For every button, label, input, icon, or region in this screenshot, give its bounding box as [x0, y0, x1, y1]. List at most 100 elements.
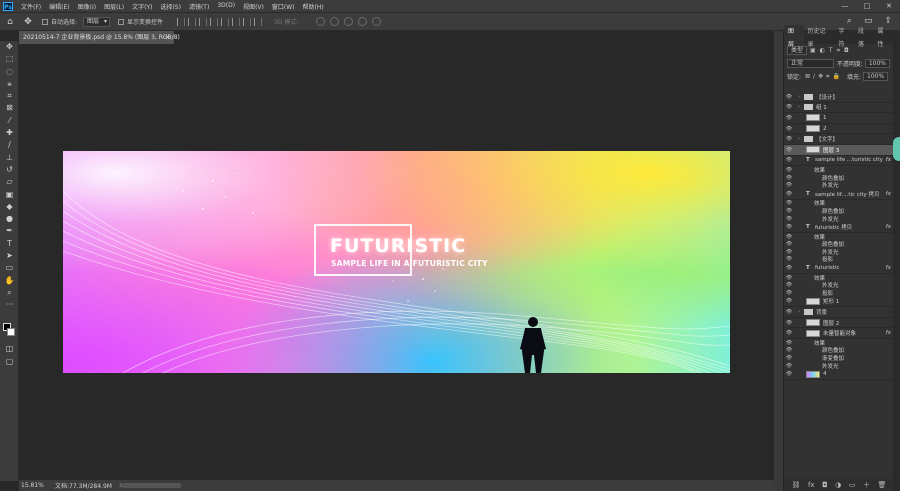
- pen-tool-icon[interactable]: ✒: [0, 225, 19, 237]
- fx-badge[interactable]: fx: [886, 330, 891, 336]
- side-handle-button[interactable]: [893, 137, 900, 161]
- visibility-eye-icon[interactable]: 👁: [784, 347, 794, 353]
- menu-item-4[interactable]: 文字(Y): [128, 2, 156, 11]
- tab-properties[interactable]: 属性: [873, 25, 893, 51]
- visibility-eye-icon[interactable]: 👁: [784, 241, 794, 247]
- blend-mode-dropdown[interactable]: 正常: [787, 59, 834, 68]
- eraser-tool-icon[interactable]: ▱: [0, 176, 19, 188]
- show-transform-checkbox[interactable]: [118, 18, 125, 25]
- fx-badge[interactable]: fx: [886, 157, 891, 163]
- clone-stamp-tool-icon[interactable]: ⊥: [0, 152, 19, 164]
- orbit-3d-icon[interactable]: [316, 17, 326, 26]
- layer-row[interactable]: 👁 未量智能对象 fx: [784, 328, 894, 340]
- lock-icons[interactable]: ⊠∕✥⌗🔒: [805, 73, 843, 81]
- visibility-eye-icon[interactable]: 👁: [784, 320, 794, 326]
- visibility-eye-icon[interactable]: 👁: [784, 330, 794, 336]
- blur-tool-icon[interactable]: ◆: [0, 201, 19, 213]
- layer-row[interactable]: 👁 颜色叠加: [784, 174, 894, 182]
- type-tool-icon[interactable]: T: [0, 238, 19, 250]
- minimize-icon[interactable]: —: [834, 0, 856, 12]
- horizontal-scrollbar[interactable]: [121, 483, 181, 488]
- zoom-tool-icon[interactable]: ⌕: [0, 287, 19, 299]
- close-icon[interactable]: ✕: [878, 0, 900, 12]
- distribute-icon[interactable]: [243, 17, 252, 26]
- fx-badge[interactable]: fx: [886, 224, 891, 230]
- visibility-eye-icon[interactable]: 👁: [784, 224, 794, 230]
- visibility-eye-icon[interactable]: 👁: [784, 309, 794, 315]
- layer-row[interactable]: 👁 1: [784, 113, 894, 124]
- path-selection-tool-icon[interactable]: ➤: [0, 250, 19, 262]
- fx-badge[interactable]: fx: [886, 265, 891, 271]
- add-mask-icon[interactable]: ◘: [822, 481, 828, 489]
- scale-3d-icon[interactable]: [372, 17, 382, 26]
- layer-row[interactable]: 👁 › 【文字】: [784, 134, 894, 145]
- filter-icons[interactable]: ▣◐T⌗◘: [810, 47, 853, 55]
- healing-brush-tool-icon[interactable]: ✚: [0, 127, 19, 139]
- layer-row[interactable]: 👁 外发光: [784, 362, 894, 370]
- visibility-eye-icon[interactable]: 👁: [784, 216, 794, 222]
- menu-item-10[interactable]: 帮助(H): [299, 2, 328, 11]
- delete-layer-icon[interactable]: 🗑: [878, 481, 887, 489]
- visibility-eye-icon[interactable]: 👁: [784, 126, 794, 132]
- opacity-input[interactable]: 100%: [864, 59, 890, 68]
- visibility-eye-icon[interactable]: 👁: [784, 256, 794, 262]
- visibility-eye-icon[interactable]: 👁: [784, 208, 794, 214]
- frame-tool-icon[interactable]: ⊠: [0, 102, 19, 114]
- hand-tool-icon[interactable]: ✋: [0, 275, 19, 287]
- visibility-eye-icon[interactable]: 👁: [784, 363, 794, 369]
- layer-row[interactable]: 👁 4: [784, 369, 894, 380]
- marquee-tool-icon[interactable]: ⬚: [0, 53, 19, 65]
- visibility-eye-icon[interactable]: 👁: [784, 136, 794, 142]
- move-tool-icon[interactable]: ✥: [22, 16, 34, 28]
- menu-item-3[interactable]: 图层(L): [100, 2, 128, 11]
- right-edge-scrollbar[interactable]: [893, 31, 900, 491]
- new-group-icon[interactable]: ▭: [849, 481, 856, 489]
- layer-row[interactable]: 👁 外发光: [784, 281, 894, 289]
- align-right-icon[interactable]: [199, 17, 208, 26]
- auto-select-dropdown[interactable]: 图层: [83, 16, 111, 27]
- rectangle-tool-icon[interactable]: ▭: [0, 262, 19, 274]
- visibility-eye-icon[interactable]: 👁: [784, 340, 794, 346]
- magic-wand-tool-icon[interactable]: ⚹: [0, 78, 19, 90]
- more-tools-icon[interactable]: ···: [0, 299, 19, 311]
- menu-item-7[interactable]: 3D(D): [213, 2, 239, 11]
- link-layers-icon[interactable]: ⛓: [792, 481, 801, 489]
- menu-item-1[interactable]: 编辑(E): [45, 2, 73, 11]
- menu-item-0[interactable]: 文件(F): [17, 2, 45, 11]
- visibility-eye-icon[interactable]: 👁: [784, 94, 794, 100]
- visibility-eye-icon[interactable]: 👁: [784, 182, 794, 188]
- visibility-eye-icon[interactable]: 👁: [784, 298, 794, 304]
- visibility-eye-icon[interactable]: 👁: [784, 282, 794, 288]
- eyedropper-tool-icon[interactable]: ⁄: [0, 115, 19, 127]
- background-color-swatch[interactable]: [7, 328, 15, 336]
- slide-3d-icon[interactable]: [358, 17, 368, 26]
- visibility-eye-icon[interactable]: 👁: [784, 191, 794, 197]
- menu-item-8[interactable]: 视图(V): [239, 2, 268, 11]
- visibility-eye-icon[interactable]: 👁: [784, 175, 794, 181]
- layer-row[interactable]: 👁 外发光: [784, 215, 894, 223]
- document-canvas[interactable]: FUTURISTIC SAMPLE LIFE IN A FUTURISTIC C…: [63, 151, 730, 373]
- visibility-eye-icon[interactable]: 👁: [784, 371, 794, 377]
- visibility-eye-icon[interactable]: 👁: [784, 275, 794, 281]
- panel-collapse-strip[interactable]: [774, 31, 783, 491]
- layer-row[interactable]: 👁 投影: [784, 289, 894, 297]
- layer-row[interactable]: 👁 Tfuturistic 拷贝 fx: [784, 222, 894, 233]
- history-brush-tool-icon[interactable]: ↺: [0, 164, 19, 176]
- layer-filter-dropdown[interactable]: 类型: [787, 46, 808, 55]
- layer-row[interactable]: 👁 渐变叠加: [784, 354, 894, 362]
- visibility-eye-icon[interactable]: 👁: [784, 147, 794, 153]
- layer-row[interactable]: 👁 2: [784, 124, 894, 135]
- layer-row[interactable]: 👁 Tsample lif....tic city 拷贝 fx: [784, 189, 894, 200]
- move-tool-icon[interactable]: ✥: [0, 41, 19, 53]
- maximize-icon[interactable]: □: [856, 0, 878, 12]
- lasso-tool-icon[interactable]: ◌: [0, 66, 19, 78]
- align-vcenter-icon[interactable]: [221, 17, 230, 26]
- layer-row[interactable]: 👁 颜色叠加: [784, 207, 894, 215]
- gradient-tool-icon[interactable]: ▣: [0, 189, 19, 201]
- document-tab[interactable]: 20210514-7 企业背景板.psd @ 15.8% (图层 3, RGB/…: [19, 31, 180, 44]
- layer-row[interactable]: 👁 图层 3: [784, 144, 894, 156]
- crop-tool-icon[interactable]: ⌗: [0, 90, 19, 102]
- visibility-eye-icon[interactable]: 👁: [784, 234, 794, 240]
- align-hcenter-icon[interactable]: [188, 17, 197, 26]
- menu-item-2[interactable]: 图像(I): [74, 2, 100, 11]
